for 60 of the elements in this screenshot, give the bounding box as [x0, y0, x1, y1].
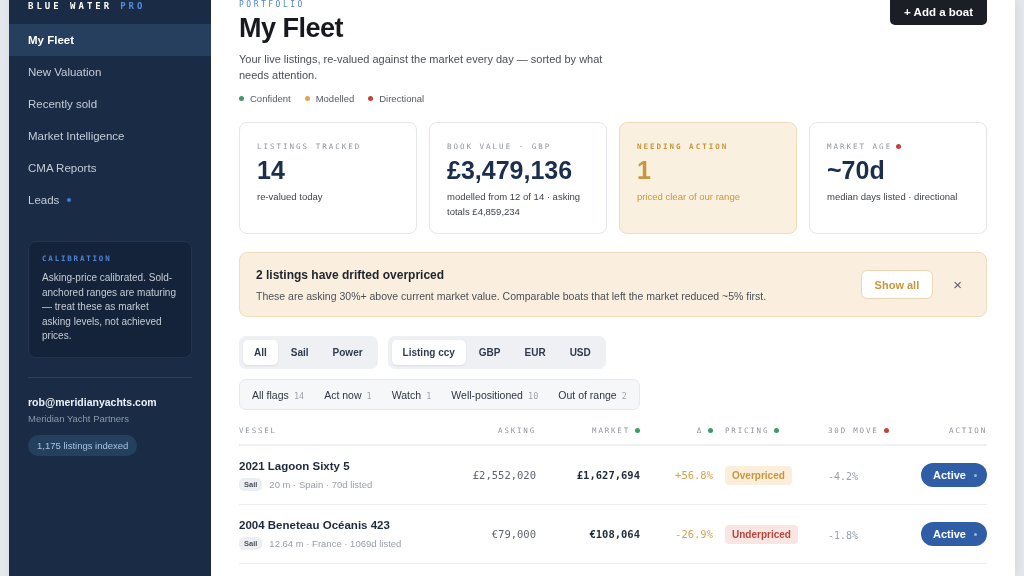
page-subtitle: Your live listings, re-valued against the market every day — sorted by what needs attention. [239, 52, 604, 83]
nav-item[interactable]: CMA Reports [9, 152, 211, 184]
asking-price: €79,000 [491, 528, 536, 540]
listings-indexed-badge: 1,175 listings indexed [28, 434, 138, 456]
flag-filter[interactable]: Act now 1 [314, 380, 382, 409]
legend-label: Modelled [315, 93, 355, 104]
market-value: £1,627,694 [576, 469, 640, 481]
stat-note: modelled from 12 of 14 · asking totals £4,859,234 [447, 190, 582, 219]
thirty-day-move: -1.8% [828, 530, 859, 541]
pricing-badge: Overpriced [725, 466, 792, 485]
brand-tag: PRO [120, 1, 146, 11]
stat-note: priced clear of our range [637, 190, 741, 204]
dot-icon [974, 532, 977, 536]
nav-item[interactable]: Recently sold [9, 88, 211, 120]
nav-item[interactable]: Leads [9, 184, 211, 216]
alert-title: 2 listings have drifted overpriced [256, 267, 446, 282]
flag-filter[interactable]: All flags 14 [242, 380, 315, 409]
stat-value: £3,479,136 [447, 155, 574, 185]
nav-item[interactable]: My Fleet [9, 24, 211, 56]
filter-tab[interactable]: GBP [467, 340, 512, 365]
vessel-details: 20 m · Spain · 70d listed [269, 478, 373, 490]
dot-icon [974, 473, 977, 477]
thirty-day-move: -4.2% [828, 471, 859, 482]
legend-label: Confident [250, 93, 291, 104]
stat-value: 14 [257, 155, 286, 185]
section-eyebrow: PORTFOLIO [239, 0, 306, 10]
filter-tab[interactable]: Sail [279, 340, 320, 365]
alert-message: These are asking 30%+ above current market value. Comparable boats that left the market reduced ~5% first. [256, 289, 768, 302]
page-title: My Fleet [239, 13, 345, 43]
vessel-details: 12.64 m · France · 1069d listed [269, 537, 402, 549]
status-button[interactable]: Active [920, 522, 987, 546]
nav-item[interactable]: New Valuation [9, 56, 211, 88]
account-organization: Meridian Yacht Partners [28, 412, 131, 424]
price-delta: +56.8% [675, 469, 713, 481]
pricing-badge: Underpriced [725, 525, 798, 544]
stat-note: re-valued today [257, 190, 324, 204]
filter-tab[interactable]: Listing ccy [391, 340, 466, 365]
brand-name: BLUE WATER [28, 1, 113, 11]
filter-tab[interactable]: Power [321, 340, 374, 365]
add-boat-button[interactable]: + Add a boat [890, 0, 987, 25]
flag-filter[interactable]: Watch 1 [381, 380, 442, 409]
nav-item[interactable]: Market Intelligence [9, 120, 211, 152]
vessel-name: 2004 Beneteau Océanis 423 [239, 518, 391, 531]
stat-value: ~70d [827, 155, 886, 185]
status-button[interactable]: Active [920, 463, 987, 487]
flag-filter[interactable]: Well-positioned 10 [441, 380, 549, 409]
flag-filter[interactable]: Out of range 2 [548, 380, 637, 409]
asking-price: £2,552,020 [472, 469, 536, 481]
stat-note: median days listed · directional [827, 190, 959, 204]
filter-tab[interactable]: USD [558, 340, 602, 365]
market-value: €108,064 [589, 528, 640, 540]
account-email: rob@meridianyachts.com [28, 395, 158, 408]
stat-value: 1 [637, 155, 652, 185]
filter-tab[interactable]: All [243, 340, 278, 365]
legend-label: Directional [379, 93, 425, 104]
close-button[interactable]: × [949, 276, 966, 293]
vessel-name: 2021 Lagoon Sixty 5 [239, 459, 351, 472]
price-delta: -26.9% [675, 528, 713, 540]
filter-tab[interactable]: EUR [513, 340, 557, 365]
calibration-text: Asking-price calibrated. Sold-anchored ranges are maturing — treat these as market asking levels, not achieved prices. [42, 271, 177, 344]
